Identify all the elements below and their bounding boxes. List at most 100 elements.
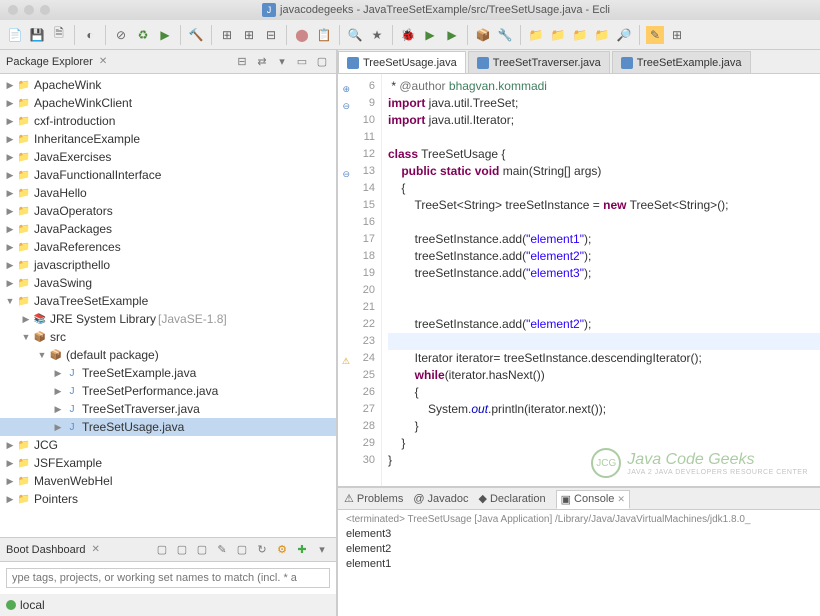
code-line[interactable] [388, 214, 820, 231]
code-line[interactable]: { [388, 384, 820, 401]
code-line[interactable]: treeSetInstance.add("element3"); [388, 265, 820, 282]
tool-button[interactable]: 🔧 [496, 26, 514, 44]
tool-button[interactable]: ⬤ [293, 26, 311, 44]
link-editor-icon[interactable]: ⇄ [254, 54, 270, 70]
skip-breakpoints-icon[interactable]: ⊘ [112, 26, 130, 44]
toggle-button[interactable]: ◐ [81, 26, 99, 44]
disclosure-triangle-icon[interactable]: ▶ [4, 458, 16, 469]
close-view-icon[interactable]: ✕ [92, 544, 100, 555]
tree-item[interactable]: ▶📁ApacheWink [0, 76, 336, 94]
tree-item[interactable]: ▶📚JRE System Library [JavaSE-1.8] [0, 310, 336, 328]
tree-item[interactable]: ▼📦src [0, 328, 336, 346]
package-explorer-tree[interactable]: ▶📁ApacheWink▶📁ApacheWinkClient▶📁cxf-intr… [0, 74, 336, 537]
tree-item[interactable]: ▶JTreeSetPerformance.java [0, 382, 336, 400]
fold-icon[interactable]: ⊖ [340, 98, 350, 108]
tool-button[interactable]: ⊟ [262, 26, 280, 44]
relaunch-button[interactable]: ♻ [134, 26, 152, 44]
tool-button[interactable]: ✎ [646, 26, 664, 44]
view-menu-icon[interactable]: ▾ [314, 542, 330, 558]
boot-tool-icon[interactable]: ▢ [154, 542, 170, 558]
coverage-button[interactable]: ▶ [443, 26, 461, 44]
code-line[interactable]: treeSetInstance.add("element1"); [388, 231, 820, 248]
build-button[interactable]: 🔨 [187, 26, 205, 44]
boot-add-icon[interactable]: ✚ [294, 542, 310, 558]
boot-tool-icon[interactable]: ▢ [174, 542, 190, 558]
fold-icon[interactable]: ⊖ [340, 166, 350, 176]
close-tab-icon[interactable]: ✕ [617, 494, 625, 505]
disclosure-triangle-icon[interactable]: ▶ [4, 206, 16, 217]
code-line[interactable]: System.out.println(iterator.next()); [388, 401, 820, 418]
tool-button[interactable]: 📁 [549, 26, 567, 44]
tool-button[interactable]: 📁 [593, 26, 611, 44]
tree-item[interactable]: ▶📁JavaFunctionalInterface [0, 166, 336, 184]
tree-item[interactable]: ▶📁ApacheWinkClient [0, 94, 336, 112]
code-line[interactable]: * @author bhagvan.kommadi [388, 78, 820, 95]
disclosure-triangle-icon[interactable]: ▶ [52, 404, 64, 415]
boot-tool-icon[interactable]: ▢ [194, 542, 210, 558]
tree-item[interactable]: ▶📁Pointers [0, 490, 336, 508]
tree-item[interactable]: ▼📦(default package) [0, 346, 336, 364]
bottom-tab-declaration[interactable]: ◆Declaration [479, 492, 546, 505]
tree-item[interactable]: ▶JTreeSetTraverser.java [0, 400, 336, 418]
disclosure-triangle-icon[interactable]: ▼ [4, 296, 16, 306]
code-line[interactable]: import java.util.Iterator; [388, 112, 820, 129]
window-controls[interactable] [8, 5, 50, 15]
tool-button[interactable]: 📦 [474, 26, 492, 44]
code-line[interactable]: treeSetInstance.add("element2"); [388, 316, 820, 333]
tool-button[interactable]: 📁 [571, 26, 589, 44]
tree-item[interactable]: ▶📁JavaSwing [0, 274, 336, 292]
disclosure-triangle-icon[interactable]: ▶ [4, 170, 16, 181]
code-line[interactable] [388, 282, 820, 299]
disclosure-triangle-icon[interactable]: ▶ [4, 476, 16, 487]
code-line[interactable]: Iterator iterator= treeSetInstance.desce… [388, 350, 820, 367]
disclosure-triangle-icon[interactable]: ▶ [20, 314, 32, 325]
tool-button[interactable]: 📋 [315, 26, 333, 44]
tool-button[interactable]: ⊞ [240, 26, 258, 44]
disclosure-triangle-icon[interactable]: ▶ [4, 224, 16, 235]
tool-button[interactable]: 📁 [527, 26, 545, 44]
disclosure-triangle-icon[interactable]: ▶ [4, 152, 16, 163]
tree-item[interactable]: ▶JTreeSetExample.java [0, 364, 336, 382]
boot-local-item[interactable]: local [0, 594, 336, 616]
disclosure-triangle-icon[interactable]: ▼ [36, 350, 48, 360]
maximize-view-icon[interactable]: ▢ [314, 54, 330, 70]
tree-item[interactable]: ▶📁JavaExercises [0, 148, 336, 166]
code-line[interactable] [388, 299, 820, 316]
boot-filter-input[interactable] [6, 568, 330, 588]
tree-item[interactable]: ▶📁JavaPackages [0, 220, 336, 238]
disclosure-triangle-icon[interactable]: ▶ [4, 98, 16, 109]
tree-item[interactable]: ▶📁JavaOperators [0, 202, 336, 220]
minimize-view-icon[interactable]: ▭ [294, 54, 310, 70]
bottom-tab-console[interactable]: ▣Console ✕ [556, 490, 630, 509]
disclosure-triangle-icon[interactable]: ▶ [52, 422, 64, 433]
disclosure-triangle-icon[interactable]: ▶ [4, 278, 16, 289]
code-line[interactable]: while(iterator.hasNext()) [388, 367, 820, 384]
boot-tool-icon[interactable]: ⚙ [274, 542, 290, 558]
tree-item[interactable]: ▶📁JavaHello [0, 184, 336, 202]
tool-button[interactable]: 🔍 [346, 26, 364, 44]
bottom-tab-javadoc[interactable]: @Javadoc [413, 493, 468, 505]
warning-icon[interactable]: ⚠ [340, 353, 350, 363]
bottom-tab-problems[interactable]: ⚠Problems [344, 492, 403, 505]
tree-item[interactable]: ▶📁InheritanceExample [0, 130, 336, 148]
console-view[interactable]: <terminated> TreeSetUsage [Java Applicat… [338, 510, 820, 616]
disclosure-triangle-icon[interactable]: ▶ [4, 494, 16, 505]
close-window-icon[interactable] [8, 5, 18, 15]
search-button[interactable]: 🔎 [615, 26, 633, 44]
debug-button[interactable]: 🐞 [399, 26, 417, 44]
maximize-window-icon[interactable] [40, 5, 50, 15]
tool-button[interactable]: ▶ [156, 26, 174, 44]
disclosure-triangle-icon[interactable]: ▶ [4, 188, 16, 199]
tool-button[interactable]: ⊞ [218, 26, 236, 44]
editor-tab[interactable]: TreeSetUsage.java [338, 51, 466, 73]
code-line[interactable]: treeSetInstance.add("element2"); [388, 248, 820, 265]
tree-item[interactable]: ▶📁MavenWebHel [0, 472, 336, 490]
code-line[interactable]: TreeSet<String> treeSetInstance = new Tr… [388, 197, 820, 214]
disclosure-triangle-icon[interactable]: ▶ [4, 440, 16, 451]
code-line[interactable]: { [388, 180, 820, 197]
disclosure-triangle-icon[interactable]: ▶ [4, 80, 16, 91]
fold-icon[interactable]: ⊕ [340, 81, 350, 91]
collapse-all-icon[interactable]: ⊟ [234, 54, 250, 70]
disclosure-triangle-icon[interactable]: ▶ [52, 386, 64, 397]
tree-item[interactable]: ▶📁JavaReferences [0, 238, 336, 256]
